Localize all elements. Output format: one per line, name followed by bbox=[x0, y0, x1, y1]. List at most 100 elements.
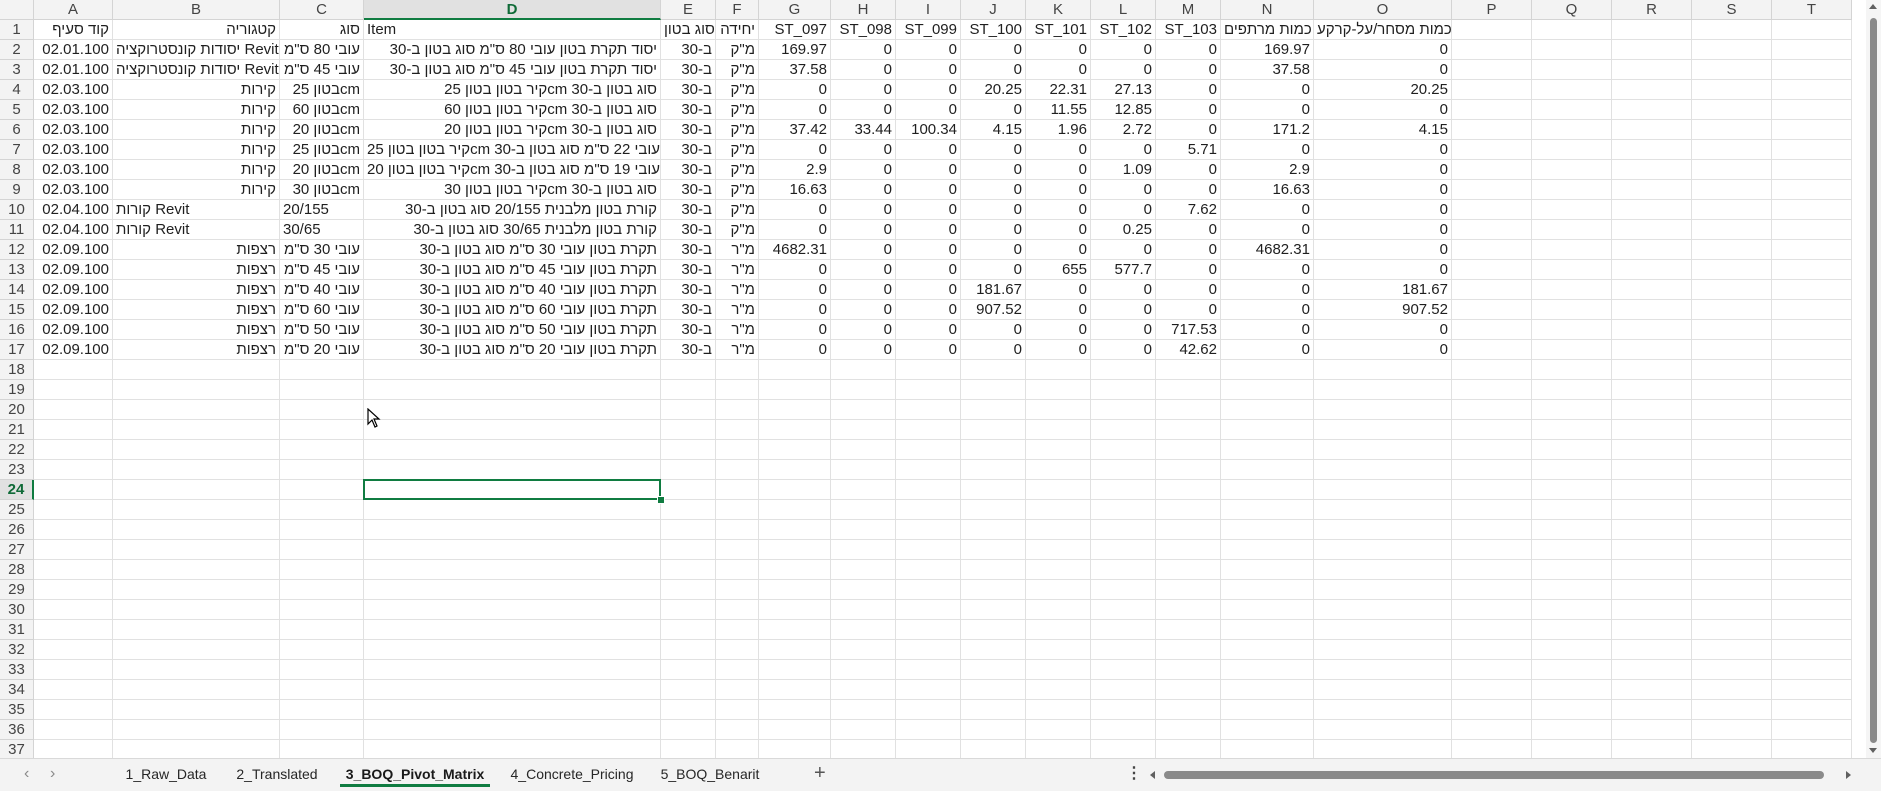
cell-h28[interactable] bbox=[831, 560, 896, 580]
cell-b12[interactable]: רצפות bbox=[113, 240, 280, 260]
cell-n26[interactable] bbox=[1221, 520, 1314, 540]
cell-d27[interactable] bbox=[364, 540, 661, 560]
cell-p3[interactable] bbox=[1452, 60, 1532, 80]
cell-p32[interactable] bbox=[1452, 640, 1532, 660]
cell-c37[interactable] bbox=[280, 740, 364, 758]
cell-j8[interactable]: 0 bbox=[961, 160, 1026, 180]
cell-i10[interactable]: 0 bbox=[896, 200, 961, 220]
cell-d20[interactable] bbox=[364, 400, 661, 420]
cell-e27[interactable] bbox=[661, 540, 716, 560]
cell-l32[interactable] bbox=[1091, 640, 1156, 660]
cell-m9[interactable]: 0 bbox=[1156, 180, 1221, 200]
cell-r13[interactable] bbox=[1612, 260, 1692, 280]
cell-d35[interactable] bbox=[364, 700, 661, 720]
cell-e14[interactable]: ב-30 bbox=[661, 280, 716, 300]
cell-c22[interactable] bbox=[280, 440, 364, 460]
cell-r36[interactable] bbox=[1612, 720, 1692, 740]
cell-q11[interactable] bbox=[1532, 220, 1612, 240]
cell-i36[interactable] bbox=[896, 720, 961, 740]
cell-q21[interactable] bbox=[1532, 420, 1612, 440]
cell-r30[interactable] bbox=[1612, 600, 1692, 620]
cell-e22[interactable] bbox=[661, 440, 716, 460]
cell-r3[interactable] bbox=[1612, 60, 1692, 80]
cell-i6[interactable]: 100.34 bbox=[896, 120, 961, 140]
cell-d31[interactable] bbox=[364, 620, 661, 640]
cell-t2[interactable] bbox=[1772, 40, 1852, 60]
cell-c21[interactable] bbox=[280, 420, 364, 440]
cell-n31[interactable] bbox=[1221, 620, 1314, 640]
sheet-tab-3-boq-pivot-matrix[interactable]: 3_BOQ_Pivot_Matrix bbox=[340, 763, 490, 787]
cell-j18[interactable] bbox=[961, 360, 1026, 380]
column-header-k[interactable]: K bbox=[1026, 0, 1091, 20]
cell-e36[interactable] bbox=[661, 720, 716, 740]
cell-q9[interactable] bbox=[1532, 180, 1612, 200]
row-header-33[interactable]: 33 bbox=[0, 660, 34, 680]
cell-a32[interactable] bbox=[34, 640, 113, 660]
cell-f18[interactable] bbox=[716, 360, 759, 380]
cell-p11[interactable] bbox=[1452, 220, 1532, 240]
cell-d29[interactable] bbox=[364, 580, 661, 600]
cell-n18[interactable] bbox=[1221, 360, 1314, 380]
cell-s2[interactable] bbox=[1692, 40, 1772, 60]
cell-p4[interactable] bbox=[1452, 80, 1532, 100]
cell-k20[interactable] bbox=[1026, 400, 1091, 420]
cell-j4[interactable]: 20.25 bbox=[961, 80, 1026, 100]
cell-b25[interactable] bbox=[113, 500, 280, 520]
select-all-corner[interactable] bbox=[0, 0, 34, 20]
cell-r35[interactable] bbox=[1612, 700, 1692, 720]
cell-c9[interactable]: בטון 30cm bbox=[280, 180, 364, 200]
cell-r1[interactable] bbox=[1612, 20, 1692, 40]
cell-s34[interactable] bbox=[1692, 680, 1772, 700]
cell-g36[interactable] bbox=[759, 720, 831, 740]
cell-e4[interactable]: ב-30 bbox=[661, 80, 716, 100]
cell-k25[interactable] bbox=[1026, 500, 1091, 520]
cell-t31[interactable] bbox=[1772, 620, 1852, 640]
row-header-2[interactable]: 2 bbox=[0, 40, 34, 60]
cell-h36[interactable] bbox=[831, 720, 896, 740]
cell-l23[interactable] bbox=[1091, 460, 1156, 480]
cell-p9[interactable] bbox=[1452, 180, 1532, 200]
cell-n9[interactable]: 16.63 bbox=[1221, 180, 1314, 200]
cell-j20[interactable] bbox=[961, 400, 1026, 420]
cell-a6[interactable]: 02.03.100 bbox=[34, 120, 113, 140]
cell-k23[interactable] bbox=[1026, 460, 1091, 480]
cell-q27[interactable] bbox=[1532, 540, 1612, 560]
cell-b13[interactable]: רצפות bbox=[113, 260, 280, 280]
cell-l15[interactable]: 0 bbox=[1091, 300, 1156, 320]
cell-f17[interactable]: מ"ר bbox=[716, 340, 759, 360]
column-header-o[interactable]: O bbox=[1314, 0, 1452, 20]
cell-r23[interactable] bbox=[1612, 460, 1692, 480]
cell-d21[interactable] bbox=[364, 420, 661, 440]
cell-n34[interactable] bbox=[1221, 680, 1314, 700]
cell-t14[interactable] bbox=[1772, 280, 1852, 300]
cell-a22[interactable] bbox=[34, 440, 113, 460]
cell-i21[interactable] bbox=[896, 420, 961, 440]
cell-n23[interactable] bbox=[1221, 460, 1314, 480]
cell-h33[interactable] bbox=[831, 660, 896, 680]
cell-d18[interactable] bbox=[364, 360, 661, 380]
cell-a13[interactable]: 02.09.100 bbox=[34, 260, 113, 280]
cell-q19[interactable] bbox=[1532, 380, 1612, 400]
cell-o31[interactable] bbox=[1314, 620, 1452, 640]
cell-r8[interactable] bbox=[1612, 160, 1692, 180]
row-header-25[interactable]: 25 bbox=[0, 500, 34, 520]
cell-k33[interactable] bbox=[1026, 660, 1091, 680]
cell-b1[interactable]: קטגוריה bbox=[113, 20, 280, 40]
cell-e24[interactable] bbox=[661, 480, 716, 500]
cell-m23[interactable] bbox=[1156, 460, 1221, 480]
cell-i22[interactable] bbox=[896, 440, 961, 460]
cell-g18[interactable] bbox=[759, 360, 831, 380]
row-header-21[interactable]: 21 bbox=[0, 420, 34, 440]
cell-n12[interactable]: 4682.31 bbox=[1221, 240, 1314, 260]
cell-f13[interactable]: מ"ר bbox=[716, 260, 759, 280]
cell-l33[interactable] bbox=[1091, 660, 1156, 680]
cell-k11[interactable]: 0 bbox=[1026, 220, 1091, 240]
fill-handle[interactable] bbox=[657, 496, 665, 504]
cell-t19[interactable] bbox=[1772, 380, 1852, 400]
cell-n5[interactable]: 0 bbox=[1221, 100, 1314, 120]
cell-l25[interactable] bbox=[1091, 500, 1156, 520]
cell-b2[interactable]: יסודות קונסטרוקציה Revit bbox=[113, 40, 280, 60]
cell-j25[interactable] bbox=[961, 500, 1026, 520]
cell-o13[interactable]: 0 bbox=[1314, 260, 1452, 280]
cell-h35[interactable] bbox=[831, 700, 896, 720]
